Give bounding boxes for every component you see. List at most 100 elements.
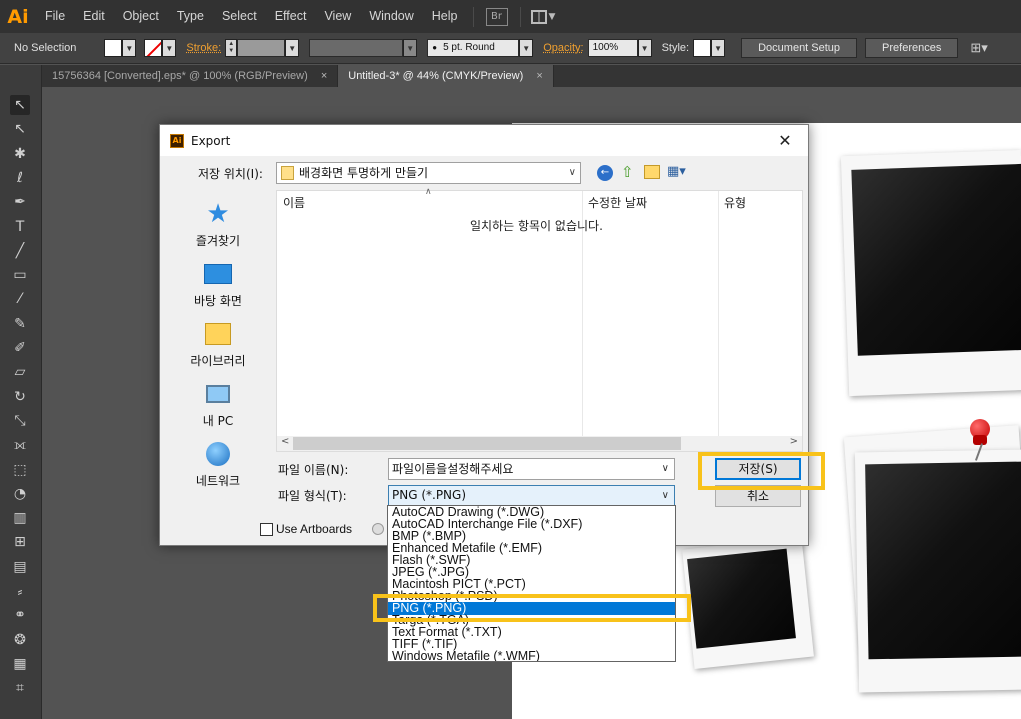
brush-definition-field[interactable]: ● 5 pt. Round [427, 39, 520, 57]
stroke-weight-spinner[interactable]: ▲ ▼ [225, 39, 238, 57]
column-name[interactable]: 이름 [283, 194, 305, 211]
fill-swatch[interactable] [104, 39, 123, 57]
menu-select[interactable]: Select [213, 0, 266, 33]
scrollbar-thumb[interactable] [293, 437, 681, 450]
tab-document-1[interactable]: 15756364 [Converted].eps* @ 100% (RGB/Pr… [42, 65, 339, 87]
checkbox-box[interactable] [260, 522, 273, 536]
type-tool-icon[interactable]: T [10, 217, 30, 237]
blob-brush-tool-icon[interactable]: ✐ [10, 338, 30, 358]
scroll-right-icon[interactable]: > [790, 436, 798, 447]
place-this-pc[interactable]: 내 PC [168, 380, 268, 429]
place-favorites[interactable]: ★ 즐겨찾기 [168, 199, 268, 249]
dialog-titlebar[interactable]: Ai Export ✕ [160, 125, 808, 156]
format-dropdown-list[interactable]: AutoCAD Drawing (*.DWG) AutoCAD Interchan… [387, 505, 676, 662]
shape-builder-tool-icon[interactable]: ◔ [10, 484, 30, 504]
line-tool-icon[interactable]: ╱ [10, 241, 30, 261]
horizontal-scrollbar[interactable]: < > [277, 436, 802, 451]
new-folder-icon[interactable] [644, 165, 660, 179]
filename-input[interactable]: 파일이름을설정해주세요 ∨ [388, 458, 675, 480]
variable-width-field[interactable] [309, 39, 404, 57]
place-network-label: 네트워크 [195, 474, 241, 488]
pencil-tool-icon[interactable]: ✎ [10, 314, 30, 334]
lasso-tool-icon[interactable]: ℓ [10, 168, 30, 188]
rotate-tool-icon[interactable]: ↻ [10, 387, 30, 407]
column-graph-tool-icon[interactable]: ▦ [10, 654, 30, 674]
fill-dropdown-icon[interactable]: ▼ [122, 39, 137, 57]
opacity-dropdown-icon[interactable]: ▼ [637, 39, 652, 57]
mesh-tool-icon[interactable]: ⊞ [10, 532, 30, 552]
close-icon[interactable]: × [536, 70, 542, 82]
close-icon[interactable]: × [321, 70, 327, 82]
up-folder-icon[interactable]: ⇧ [621, 163, 634, 181]
polaroid-photo [865, 461, 1021, 660]
menu-effect[interactable]: Effect [266, 0, 316, 33]
pen-tool-icon[interactable]: ✒ [10, 192, 30, 212]
scale-tool-icon[interactable]: ⤡ [10, 411, 30, 431]
direct-selection-tool-icon[interactable]: ↖ [10, 119, 30, 139]
tab-document-2[interactable]: Untitled-3* @ 44% (CMYK/Preview) × [338, 65, 554, 87]
chevron-down-icon[interactable]: ∨ [662, 459, 669, 479]
graphic-style-swatch[interactable] [693, 39, 712, 57]
column-divider[interactable] [718, 191, 719, 436]
library-icon [203, 320, 233, 348]
rectangle-tool-icon[interactable]: ▭ [10, 265, 30, 285]
place-libraries[interactable]: 라이브러리 [168, 320, 268, 369]
blend-tool-icon[interactable]: ⚭ [10, 605, 30, 625]
preferences-button[interactable]: Preferences [865, 38, 959, 58]
symbol-sprayer-tool-icon[interactable]: ❂ [10, 630, 30, 650]
menu-separator [519, 6, 521, 27]
eraser-tool-icon[interactable]: ▱ [10, 362, 30, 382]
menu-edit[interactable]: Edit [74, 0, 114, 33]
menu-object[interactable]: Object [114, 0, 168, 33]
variable-width-dropdown-icon[interactable]: ▼ [403, 39, 418, 57]
save-in-value: 배경화면 투명하게 만들기 [299, 166, 429, 180]
gradient-tool-icon[interactable]: ▤ [10, 557, 30, 577]
align-options-icon[interactable]: ⊞▾ [970, 40, 987, 56]
polaroid-photo [851, 163, 1021, 356]
filetype-select[interactable]: PNG (*.PNG) ∨ [388, 485, 675, 506]
stroke-weight-field[interactable] [237, 39, 286, 57]
chevron-down-icon[interactable]: ∨ [662, 486, 669, 505]
tools-panel: ↖ ↖ ✱ ℓ ✒ T ╱ ▭ ⁄ ✎ ✐ ▱ ↻ ⤡ ⟗ ⬚ ◔ ▥ ⊞ ▤ ⸗ ⚭ ❂ ▦ ⌗ [0, 65, 42, 719]
stroke-swatch[interactable] [144, 39, 163, 57]
document-setup-button[interactable]: Document Setup [741, 38, 858, 58]
save-in-combo[interactable]: 배경화면 투명하게 만들기 ∨ [276, 162, 581, 184]
menu-type[interactable]: Type [168, 0, 213, 33]
bridge-icon[interactable]: Br [485, 7, 508, 26]
stroke-dropdown-icon[interactable]: ▼ [162, 39, 177, 57]
view-menu-icon[interactable]: ▦▾ [667, 164, 686, 179]
stroke-label[interactable]: Stroke: [186, 42, 221, 54]
menu-view[interactable]: View [315, 0, 360, 33]
menu-file[interactable]: File [36, 0, 74, 33]
close-icon[interactable]: ✕ [762, 131, 808, 150]
arrange-documents-icon[interactable]: ▼ [530, 8, 559, 26]
place-network[interactable]: 네트워크 [168, 440, 268, 489]
selection-status: No Selection [14, 42, 77, 54]
magic-wand-tool-icon[interactable]: ✱ [10, 144, 30, 164]
use-artboards-checkbox[interactable]: Use Artboards [260, 522, 352, 536]
brush-dropdown-icon[interactable]: ▼ [519, 39, 534, 57]
artboard-tool-icon[interactable]: ⌗ [10, 678, 30, 698]
place-desktop[interactable]: 바탕 화면 [168, 260, 268, 309]
back-icon[interactable]: ← [597, 165, 613, 181]
opacity-field[interactable]: 100% [587, 39, 638, 57]
selection-tool-icon[interactable]: ↖ [10, 95, 30, 115]
column-type[interactable]: 유형 [724, 194, 746, 211]
paintbrush-tool-icon[interactable]: ⁄ [10, 289, 30, 309]
stroke-weight-dropdown-icon[interactable]: ▼ [285, 39, 300, 57]
scroll-left-icon[interactable]: < [281, 436, 289, 447]
opacity-label[interactable]: Opacity: [543, 42, 583, 54]
perspective-grid-tool-icon[interactable]: ▥ [10, 508, 30, 528]
style-dropdown-icon[interactable]: ▼ [711, 39, 726, 57]
eyedropper-tool-icon[interactable]: ⸗ [10, 581, 30, 601]
format-option[interactable]: Windows Metafile (*.WMF) [388, 650, 675, 661]
illustrator-icon: Ai [170, 133, 184, 148]
width-tool-icon[interactable]: ⟗ [10, 435, 30, 455]
place-libraries-label: 라이브러리 [190, 354, 246, 368]
menu-window[interactable]: Window [360, 0, 422, 33]
column-date-modified[interactable]: 수정한 날짜 [588, 194, 647, 211]
free-transform-tool-icon[interactable]: ⬚ [10, 460, 30, 480]
range-radio[interactable] [372, 523, 384, 535]
file-list[interactable]: 이름 ∧ 수정한 날짜 유형 일치하는 항목이 없습니다. < > [276, 187, 803, 452]
menu-help[interactable]: Help [423, 0, 467, 33]
